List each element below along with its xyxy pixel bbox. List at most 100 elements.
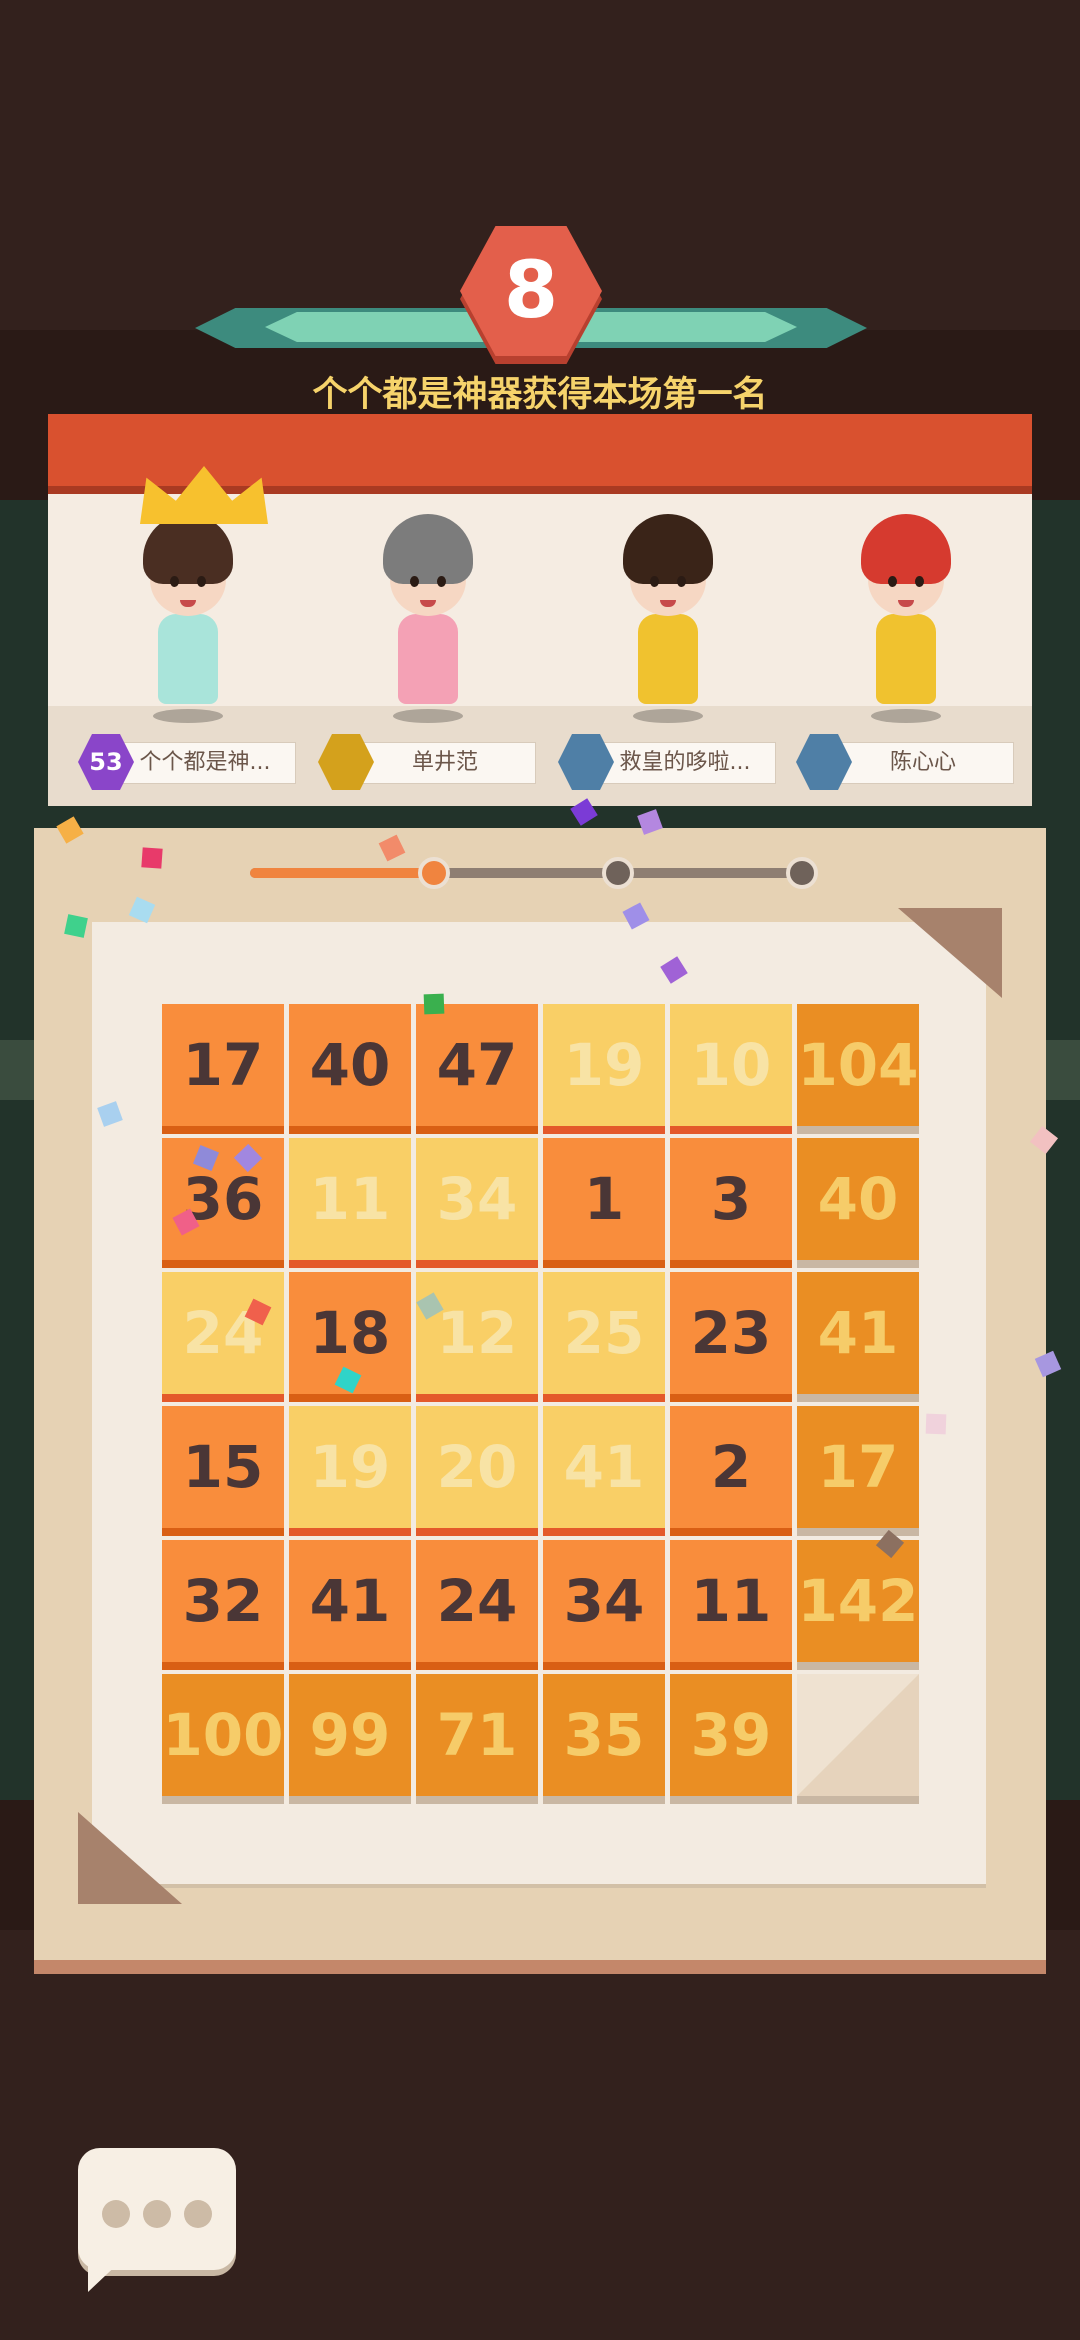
rank-number: 8 (503, 246, 559, 336)
number-tile[interactable]: 41 (797, 1272, 919, 1402)
tile-number: 19 (309, 1433, 391, 1501)
number-grid: 17 40 47 19 10 104 36 11 34 1 3 40 24 18 12 25 23 41 15 19 2… (162, 1004, 919, 1808)
number-tile[interactable]: 1 (543, 1138, 665, 1268)
number-tile[interactable]: 25 (543, 1272, 665, 1402)
confetti-piece (423, 993, 445, 1015)
tile-number: 39 (690, 1701, 772, 1769)
stage-node-3 (786, 857, 818, 889)
number-tile[interactable]: 34 (416, 1138, 538, 1268)
tile-number: 40 (309, 1031, 391, 1099)
avatar-body (638, 614, 698, 704)
winner-message: 个个都是神器获得本场第一名 (312, 375, 768, 415)
player-card[interactable]: 救皇的哆啦... (558, 494, 778, 794)
tile-number: 34 (436, 1165, 518, 1233)
tile-number: 1 (583, 1165, 625, 1233)
number-tile[interactable]: 3 (670, 1138, 792, 1268)
number-tile[interactable]: 19 (543, 1004, 665, 1134)
avatar-body (876, 614, 936, 704)
number-tile[interactable]: 23 (670, 1272, 792, 1402)
number-tile[interactable]: 34 (543, 1540, 665, 1670)
number-tile[interactable]: 2 (670, 1406, 792, 1536)
avatar-shadow (153, 709, 223, 723)
tile-number: 18 (309, 1299, 391, 1367)
number-tile[interactable]: 10 (670, 1004, 792, 1134)
player-card[interactable]: 个个都是神... 53 (78, 466, 298, 794)
number-tile[interactable]: 32 (162, 1540, 284, 1670)
player-card[interactable]: 陈心心 (796, 494, 1016, 794)
tile-number: 2 (710, 1433, 752, 1501)
confetti-piece (141, 847, 163, 869)
tile-number: 104 (797, 1031, 919, 1099)
avatar-hair (623, 514, 713, 584)
avatar-shadow (871, 709, 941, 723)
stage-node-1 (418, 857, 450, 889)
number-tile[interactable]: 17 (162, 1004, 284, 1134)
player-name: 陈心心 (832, 742, 1014, 784)
number-tile[interactable]: 11 (670, 1540, 792, 1670)
number-tile[interactable]: 24 (416, 1540, 538, 1670)
player-name: 单井范 (354, 742, 536, 784)
number-tile[interactable]: 11 (289, 1138, 411, 1268)
number-tile[interactable]: 99 (289, 1674, 411, 1804)
number-tile[interactable]: 35 (543, 1674, 665, 1804)
tile-number: 41 (563, 1433, 645, 1501)
tile-number: 41 (817, 1299, 899, 1367)
chat-button[interactable] (78, 2148, 236, 2270)
number-tile[interactable]: 17 (797, 1406, 919, 1536)
empty-tile[interactable] (797, 1674, 919, 1804)
tile-number: 41 (309, 1567, 391, 1635)
tile-number: 47 (436, 1031, 518, 1099)
number-tile[interactable]: 24 (162, 1272, 284, 1402)
player-avatar (608, 514, 728, 724)
tile-number: 11 (690, 1567, 772, 1635)
avatar-eye (197, 576, 206, 587)
number-tile[interactable]: 41 (543, 1406, 665, 1536)
confetti-piece (64, 914, 88, 938)
tile-number: 11 (309, 1165, 391, 1233)
tile-number: 71 (436, 1701, 518, 1769)
number-tile[interactable]: 142 (797, 1540, 919, 1670)
number-tile[interactable]: 71 (416, 1674, 538, 1804)
number-tile[interactable]: 36 (162, 1138, 284, 1268)
number-tile[interactable]: 40 (797, 1138, 919, 1268)
number-tile[interactable]: 40 (289, 1004, 411, 1134)
tile-number: 12 (436, 1299, 518, 1367)
avatar-body (398, 614, 458, 704)
number-tile[interactable]: 15 (162, 1406, 284, 1536)
number-tile[interactable]: 39 (670, 1674, 792, 1804)
avatar-eye (915, 576, 924, 587)
avatar-eye (650, 576, 659, 587)
number-tile[interactable]: 41 (289, 1540, 411, 1670)
tile-number: 10 (690, 1031, 772, 1099)
number-tile[interactable]: 104 (797, 1004, 919, 1134)
tile-number: 100 (162, 1701, 284, 1769)
avatar-eye (170, 576, 179, 587)
crown-icon (140, 466, 268, 524)
tile-number: 142 (797, 1567, 919, 1635)
tile-number: 3 (710, 1165, 752, 1233)
number-tile[interactable]: 100 (162, 1674, 284, 1804)
tile-number: 32 (182, 1567, 264, 1635)
tile-number: 24 (436, 1567, 518, 1635)
tile-number: 40 (817, 1165, 899, 1233)
avatar-body (158, 614, 218, 704)
player-name: 救皇的哆啦... (594, 742, 776, 784)
number-tile[interactable]: 19 (289, 1406, 411, 1536)
tile-number: 35 (563, 1701, 645, 1769)
avatar-hair (383, 514, 473, 584)
avatar-eye (410, 576, 419, 587)
confetti-piece (925, 1413, 947, 1435)
stage-progress-fill (250, 868, 434, 878)
tile-number: 23 (690, 1299, 772, 1367)
tile-number: 25 (563, 1299, 645, 1367)
avatar-eye (888, 576, 897, 587)
number-tile[interactable]: 20 (416, 1406, 538, 1536)
player-card[interactable]: 单井范 (318, 494, 538, 794)
player-name: 个个都是神... (114, 742, 296, 784)
chat-dot (143, 2200, 171, 2228)
player-avatar (368, 514, 488, 724)
number-tile[interactable]: 47 (416, 1004, 538, 1134)
avatar-shadow (633, 709, 703, 723)
player-avatar (846, 514, 966, 724)
number-tile[interactable]: 12 (416, 1272, 538, 1402)
